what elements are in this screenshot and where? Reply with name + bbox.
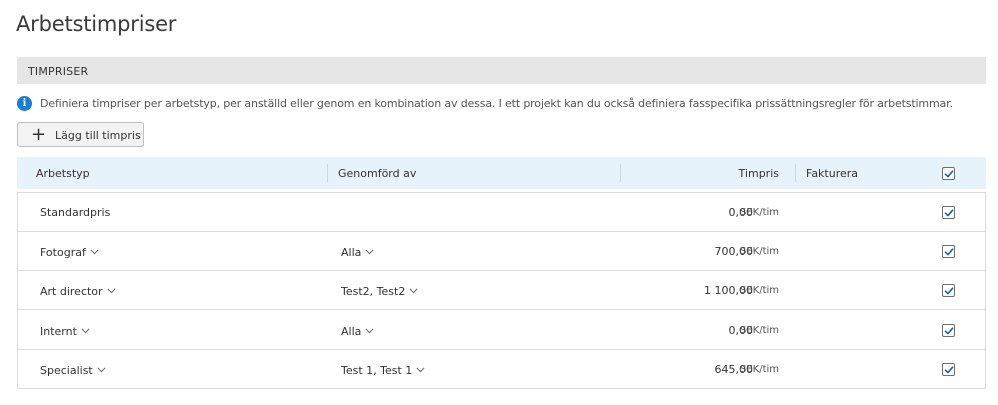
info-message: i Definiera timpriser per arbetstyp, per… xyxy=(17,96,977,112)
add-hourly-rate-label: Lägg till timpris xyxy=(55,129,141,142)
invoice-checkbox[interactable] xyxy=(942,206,955,219)
table-row: Fotograf Alla 700,00 SEK/tim xyxy=(18,232,985,272)
column-header-price[interactable]: Timpris xyxy=(739,167,779,180)
checkmark-icon xyxy=(944,366,954,374)
checkmark-icon xyxy=(944,287,954,295)
price-unit: SEK/tim xyxy=(740,363,780,375)
performed-by-text: Test 1, Test 1 xyxy=(341,363,413,377)
worktype-text: Standardpris xyxy=(40,206,111,219)
invoice-checkbox[interactable] xyxy=(942,284,955,298)
column-divider xyxy=(327,164,328,182)
page-title: Arbetstimpriser xyxy=(16,12,177,36)
performed-by-text: Alla xyxy=(341,246,362,260)
invoice-checkbox[interactable] xyxy=(942,323,955,337)
chevron-down-icon xyxy=(107,284,116,297)
worktype-text: Specialist xyxy=(40,363,93,377)
price-unit: SEK/tim xyxy=(740,207,780,218)
chevron-down-icon xyxy=(81,324,90,337)
chevron-down-icon xyxy=(409,284,418,297)
worktype-dropdown[interactable]: Fotograf xyxy=(40,245,99,259)
table-row: Art director Test2, Test2 1 100,00 SEK/tim xyxy=(18,271,985,311)
worktype-dropdown[interactable]: Internt xyxy=(40,324,90,338)
checkmark-icon xyxy=(944,209,954,217)
performed-by-dropdown[interactable]: Alla xyxy=(341,324,374,338)
performed-by-text: Alla xyxy=(341,324,362,338)
price-table: Standardpris 0,00 SEK/tim Fotograf Alla 700,0… xyxy=(17,192,986,389)
worktype-dropdown[interactable]: Art director xyxy=(40,284,116,298)
worktype-text: Internt xyxy=(40,324,77,338)
column-header-performed-by[interactable]: Genomförd av xyxy=(338,167,416,180)
chevron-down-icon xyxy=(416,363,425,376)
section-title: TIMPRISER xyxy=(28,65,89,78)
chevron-down-icon xyxy=(97,363,106,376)
chevron-down-icon xyxy=(365,324,374,337)
chevron-down-icon xyxy=(365,245,374,258)
invoice-checkbox[interactable] xyxy=(942,245,955,259)
add-hourly-rate-button[interactable]: + Lägg till timpris xyxy=(17,122,144,147)
info-text: Definiera timpriser per arbetstyp, per a… xyxy=(40,97,953,110)
chevron-down-icon xyxy=(90,245,99,258)
column-divider xyxy=(795,164,796,182)
info-icon: i xyxy=(17,96,32,111)
performed-by-dropdown[interactable]: Alla xyxy=(341,245,374,259)
price-unit: SEK/tim xyxy=(740,246,780,258)
plus-icon: + xyxy=(31,124,47,145)
table-header: Arbetstyp Genomförd av Timpris Fakturera xyxy=(17,157,986,189)
invoice-checkbox[interactable] xyxy=(942,362,955,376)
table-row: Standardpris 0,00 SEK/tim xyxy=(18,193,985,232)
column-header-invoice[interactable]: Fakturera xyxy=(806,167,858,180)
worktype-dropdown[interactable]: Specialist xyxy=(40,363,106,377)
performed-by-text: Test2, Test2 xyxy=(341,285,406,299)
section-header: TIMPRISER xyxy=(17,57,986,84)
checkmark-icon xyxy=(944,326,954,334)
column-divider xyxy=(620,164,621,182)
select-all-invoice-checkbox[interactable] xyxy=(942,167,955,180)
performed-by-dropdown[interactable]: Test 1, Test 1 xyxy=(341,363,425,377)
worktype-label: Standardpris xyxy=(40,206,110,219)
checkmark-icon xyxy=(944,170,954,178)
price-unit: SEK/tim xyxy=(740,285,780,297)
column-header-worktype[interactable]: Arbetstyp xyxy=(36,167,90,180)
worktype-text: Fotograf xyxy=(40,246,86,260)
table-row: Specialist Test 1, Test 1 645,00 SEK/tim xyxy=(18,350,985,389)
worktype-text: Art director xyxy=(40,285,103,299)
performed-by-dropdown[interactable]: Test2, Test2 xyxy=(341,284,418,298)
price-unit: SEK/tim xyxy=(740,324,780,336)
table-row: Internt Alla 0,00 SEK/tim xyxy=(18,311,985,350)
checkmark-icon xyxy=(944,248,954,256)
